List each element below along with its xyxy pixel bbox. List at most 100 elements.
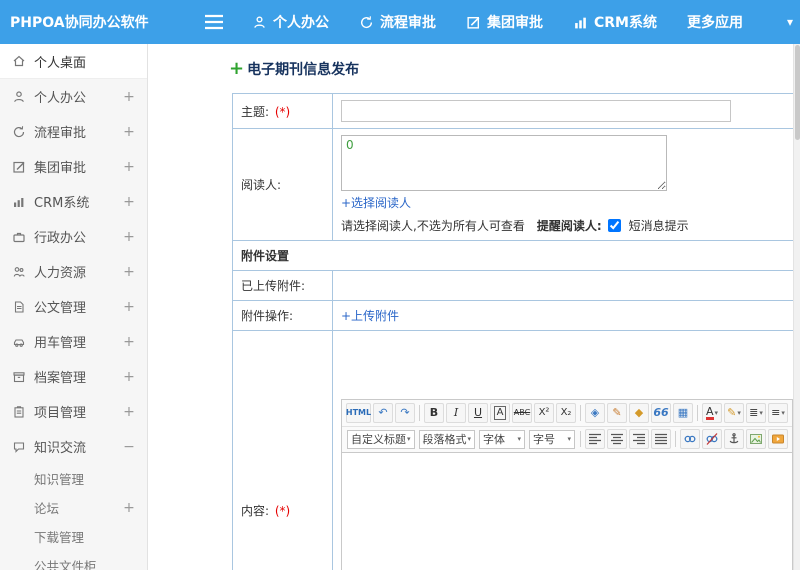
align-left-button[interactable] bbox=[585, 429, 605, 449]
sidebar-subitem-forum[interactable]: 论坛 + bbox=[0, 493, 147, 522]
redo-button[interactable]: ↷ bbox=[395, 402, 415, 423]
align-right-icon bbox=[633, 433, 645, 445]
align-right-button[interactable] bbox=[629, 429, 649, 449]
toolbar-separator bbox=[580, 404, 581, 421]
ordered-list-button[interactable]: ≣ ▾ bbox=[746, 402, 766, 423]
font-size-select[interactable]: 字号 ▾ bbox=[529, 429, 575, 449]
sidebar-item-group-approval[interactable]: 集团审批 + bbox=[0, 149, 147, 184]
image-button[interactable] bbox=[746, 429, 766, 449]
readers-label-cell: 阅读人: bbox=[232, 128, 333, 241]
main-content: + 电子期刊信息发布 主题: (*) 阅读人: 0 +选择阅读人 请选择阅读人,… bbox=[149, 44, 800, 570]
upload-attachment-link[interactable]: +上传附件 bbox=[341, 307, 399, 324]
align-justify-button[interactable] bbox=[651, 429, 671, 449]
source-button[interactable]: HTML bbox=[345, 402, 372, 423]
scrollbar-thumb[interactable] bbox=[795, 45, 800, 140]
expand-toggle[interactable]: + bbox=[123, 159, 135, 175]
strikethrough-button[interactable]: ABC bbox=[512, 402, 532, 423]
expand-toggle[interactable]: + bbox=[123, 500, 135, 516]
uploaded-attachments-cell bbox=[332, 270, 795, 301]
sidebar-item-knowledge-exchange[interactable]: 知识交流 − bbox=[0, 429, 147, 464]
editor-content-area[interactable] bbox=[341, 452, 793, 570]
nav-label: 更多应用 bbox=[687, 15, 743, 31]
bold-button[interactable]: B bbox=[424, 402, 444, 423]
sidebar-item-hr[interactable]: 人力资源 + bbox=[0, 254, 147, 289]
expand-toggle[interactable]: + bbox=[123, 124, 135, 140]
uploaded-label-cell: 已上传附件: bbox=[232, 270, 333, 301]
sidebar-subitem-public-file-cabinet[interactable]: 公共文件柜 bbox=[0, 551, 147, 570]
expand-toggle[interactable]: + bbox=[123, 264, 135, 280]
archive-icon bbox=[12, 370, 26, 384]
nav-workflow-approval[interactable]: 流程审批 bbox=[359, 12, 436, 32]
expand-toggle[interactable]: + bbox=[123, 194, 135, 210]
undo-icon: ↶ bbox=[378, 406, 388, 419]
expand-toggle[interactable]: + bbox=[123, 334, 135, 350]
blockquote-button[interactable]: 66 bbox=[651, 402, 671, 423]
vertical-scrollbar[interactable] bbox=[793, 44, 800, 570]
expand-toggle[interactable]: + bbox=[123, 299, 135, 315]
sidebar-item-crm[interactable]: CRM系统 + bbox=[0, 184, 147, 219]
align-center-button[interactable] bbox=[607, 429, 627, 449]
font-button[interactable]: A bbox=[490, 402, 510, 423]
sidebar-subitem-download-mgmt[interactable]: 下载管理 bbox=[0, 522, 147, 551]
sidebar-subitem-knowledge-mgmt[interactable]: 知识管理 bbox=[0, 464, 147, 493]
subject-input[interactable] bbox=[341, 100, 731, 122]
menu-icon[interactable] bbox=[204, 14, 224, 30]
expand-toggle[interactable]: + bbox=[123, 229, 135, 245]
caret-down-icon: ▾ bbox=[517, 435, 522, 443]
button-label: ABC bbox=[513, 408, 531, 417]
select-readers-link[interactable]: +选择阅读人 bbox=[341, 194, 411, 211]
sidebar-item-label: 档案管理 bbox=[34, 371, 87, 386]
custom-title-select[interactable]: 自定义标题 ▾ bbox=[347, 429, 415, 449]
sidebar-item-vehicle-mgmt[interactable]: 用车管理 + bbox=[0, 324, 147, 359]
link-button[interactable] bbox=[680, 429, 700, 449]
underline-button[interactable]: U bbox=[468, 402, 488, 423]
sidebar-subitem-label: 公共文件柜 bbox=[34, 559, 97, 570]
eraser-button[interactable]: ◈ bbox=[585, 402, 605, 423]
format-painter-button[interactable]: ✎ bbox=[607, 402, 627, 423]
font-family-select[interactable]: 字体 ▾ bbox=[479, 429, 526, 449]
sidebar-item-workflow-approval[interactable]: 流程审批 + bbox=[0, 114, 147, 149]
sms-checkbox[interactable] bbox=[607, 219, 621, 232]
clear-format-button[interactable]: ◆ bbox=[629, 402, 649, 423]
anchor-button[interactable] bbox=[724, 429, 744, 449]
italic-button[interactable]: I bbox=[446, 402, 466, 423]
paragraph-format-select[interactable]: 段落格式 ▾ bbox=[418, 429, 476, 449]
nav-more-apps[interactable]: 更多应用 bbox=[687, 12, 743, 32]
sidebar-item-admin-office[interactable]: 行政办公 + bbox=[0, 219, 147, 254]
expand-toggle[interactable]: + bbox=[123, 369, 135, 385]
readers-hint-row: 请选择阅读人,不选为所有人可查看 提醒阅读人: 短消息提示 bbox=[341, 217, 786, 234]
collapse-toggle[interactable]: − bbox=[123, 439, 135, 455]
attachment-op-label: 附件操作: bbox=[241, 309, 294, 323]
sidebar-item-project-mgmt[interactable]: 项目管理 + bbox=[0, 394, 147, 429]
nav-personal-office[interactable]: 个人办公 bbox=[252, 12, 329, 32]
undo-button[interactable]: ↶ bbox=[373, 402, 393, 423]
unlink-button[interactable] bbox=[702, 429, 722, 449]
expand-toggle[interactable]: + bbox=[123, 404, 135, 420]
unordered-list-button[interactable]: ≡ ▾ bbox=[768, 402, 788, 423]
sidebar-item-archive-mgmt[interactable]: 档案管理 + bbox=[0, 359, 147, 394]
chevron-down-icon[interactable]: ▾ bbox=[787, 15, 793, 29]
media-button[interactable] bbox=[768, 429, 788, 449]
superscript-button[interactable]: X² bbox=[534, 402, 554, 423]
highlight-button[interactable]: ✎ ▾ bbox=[724, 402, 744, 423]
sidebar-item-personal-desktop[interactable]: 个人桌面 bbox=[0, 44, 147, 79]
table-button[interactable]: ▦ bbox=[673, 402, 693, 423]
remind-readers-label: 提醒阅读人: bbox=[536, 219, 602, 233]
content-editor-cell: HTML ↶ ↷ B I U A ABC X² X₂ ◈ ✎ ◆ 66 ▦ A … bbox=[332, 330, 795, 570]
expand-toggle[interactable]: + bbox=[123, 89, 135, 105]
subscript-button[interactable]: X₂ bbox=[556, 402, 576, 423]
readers-textarea[interactable]: 0 bbox=[341, 135, 667, 191]
person-icon bbox=[12, 90, 26, 104]
chat-icon bbox=[12, 440, 26, 454]
toolbar-separator bbox=[697, 404, 698, 421]
sidebar-item-document-mgmt[interactable]: 公文管理 + bbox=[0, 289, 147, 324]
sidebar-item-personal-office[interactable]: 个人办公 + bbox=[0, 79, 147, 114]
nav-group-approval[interactable]: 集团审批 bbox=[466, 12, 543, 32]
select-label: 字体 bbox=[483, 433, 506, 446]
nav-crm-system[interactable]: CRM系统 bbox=[573, 12, 657, 32]
sidebar-subitem-label: 下载管理 bbox=[34, 530, 85, 545]
button-label: HTML bbox=[345, 408, 372, 417]
font-color-button[interactable]: A ▾ bbox=[702, 402, 722, 423]
sidebar-item-label: CRM系统 bbox=[34, 196, 90, 211]
caret-down-icon: ▾ bbox=[714, 408, 719, 417]
